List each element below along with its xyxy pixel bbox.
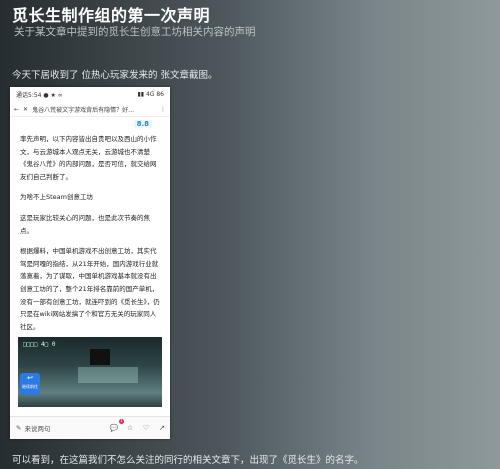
article-heading: 为啥不上Steam创意工坊: [20, 193, 93, 202]
caption-text: 可以看到，在这篇我们不怎么关注的同行的相关文章下，出现了《觅长生》的名字。: [12, 455, 364, 466]
pen-icon: ✎: [16, 424, 22, 432]
comment-icon[interactable]: 💬 1: [106, 419, 124, 432]
like-icon[interactable]: ♡: [138, 424, 154, 432]
status-right: ▮▮ 4G 86: [137, 91, 164, 98]
star-icon[interactable]: ☆: [122, 424, 138, 432]
back-arrow-icon[interactable]: ←: [14, 106, 19, 113]
return-button[interactable]: ↩ 继续前往: [20, 373, 40, 395]
score-badge: 8.8: [133, 120, 152, 128]
article-paragraph: 这是玩家比较关心的问题，也是此次节奏的焦点。: [20, 213, 150, 235]
nav-title: 鬼谷八荒被文字游戏背后有隐情？好…: [32, 106, 135, 114]
more-icon[interactable]: ⋮: [160, 106, 166, 113]
page-title: 觅长生制作组的第一次声明: [12, 6, 211, 25]
status-left: 通话5:54 ● ★ ∞: [16, 92, 63, 99]
game-logo: □□□□ 4□ 0: [23, 341, 56, 348]
status-bar: 通话5:54 ● ★ ∞ ▮▮ 4G 86: [10, 87, 170, 102]
page-subtitle: 关于某文章中提到的觅长生创意工坊相关内容的声明: [14, 26, 256, 38]
score-row: 8.8: [10, 117, 170, 131]
article-body: 率先声明，以下内容皆出自贵吧以及西山的小作文，与云游城本人观点无关，云游城也不清…: [10, 131, 170, 343]
header: 觅长生制作组的第一次声明 关于某文章中提到的觅长生创意工坊相关内容的声明: [0, 0, 500, 44]
nav-bar: ← ✕ 鬼谷八荒被文字游戏背后有隐情？好… ⋮: [10, 102, 170, 117]
comment-input[interactable]: ✎ 来说两句: [10, 423, 106, 433]
share-icon[interactable]: ↗: [154, 424, 170, 432]
return-icon: ↩: [27, 374, 33, 382]
bottom-bar: ✎ 来说两句 💬 1 ☆ ♡ ↗: [10, 416, 170, 439]
close-icon[interactable]: ✕: [23, 106, 28, 113]
article-paragraph: 率先声明，以下内容皆出自贵吧以及西山的小作文，与云游城本人观点无关，云游城也不清…: [20, 135, 157, 181]
phone-screenshot: 通话5:54 ● ★ ∞ ▮▮ 4G 86 ← ✕ 鬼谷八荒被文字游戏背后有隐情…: [10, 87, 170, 439]
article-paragraph: 根据爆料，中国单机游戏不出创意工坊，其实代驾是阿嘎的指结，从21年开始，国内游戏…: [20, 247, 160, 331]
comment-placeholder: 来说两句: [24, 425, 51, 433]
scene-glow: [78, 367, 138, 383]
dialog-box: [90, 349, 110, 365]
intro-text: 今天下居收到了 位热心玩家发来的 张文章截图。: [12, 70, 218, 81]
game-screenshot: □□□□ 4□ 0 ↩ 继续前往: [18, 337, 162, 407]
return-sub-label: 继续前往: [22, 384, 38, 389]
